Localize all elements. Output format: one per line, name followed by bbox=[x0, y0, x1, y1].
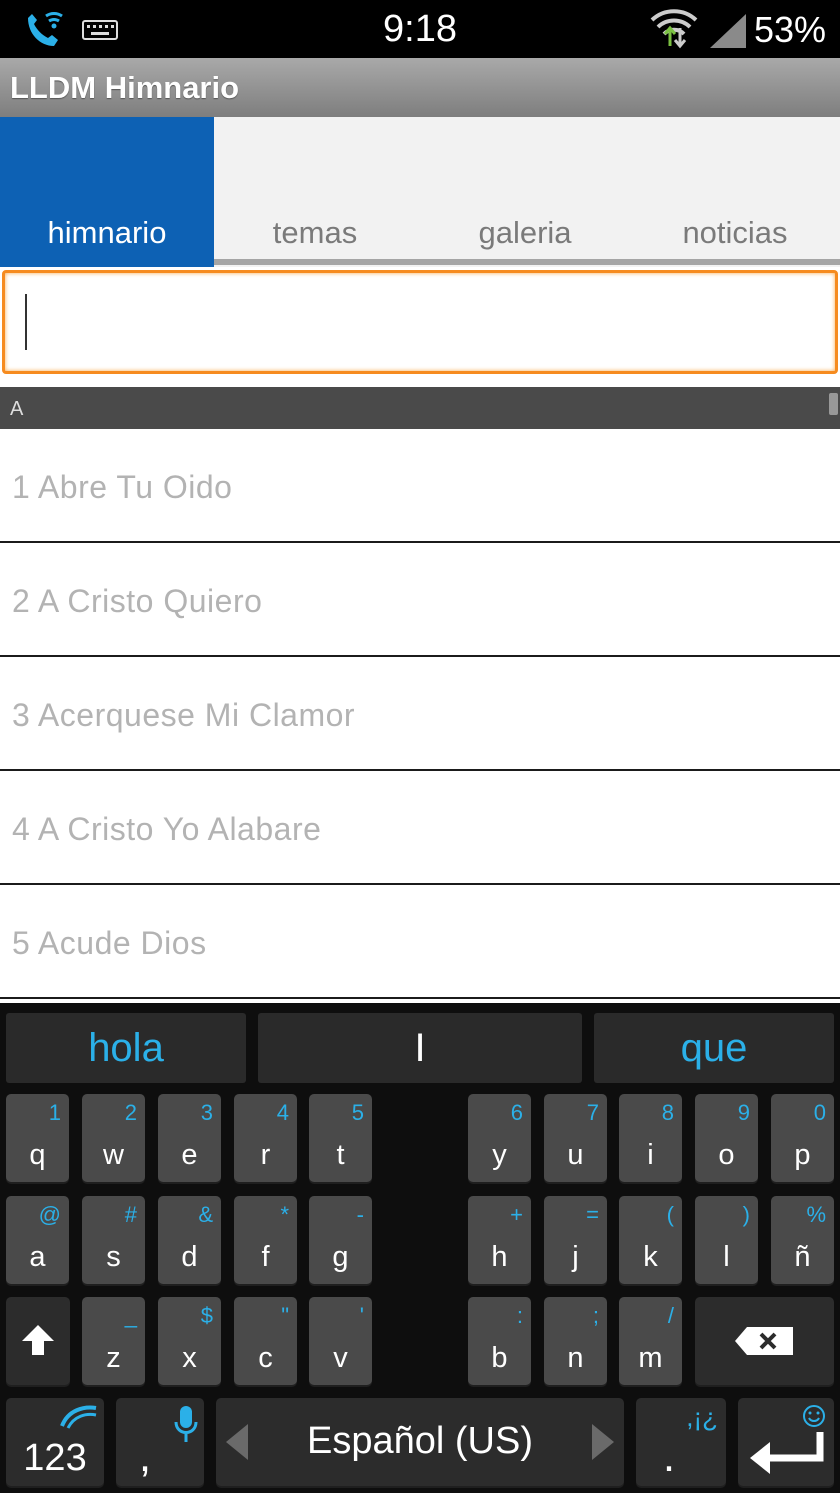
key-s[interactable]: # s bbox=[82, 1196, 145, 1284]
tab-temas[interactable]: temas bbox=[210, 117, 420, 267]
list-item[interactable]: 1 Abre Tu Oido bbox=[0, 429, 840, 543]
key-j[interactable]: = j bbox=[544, 1196, 607, 1284]
key-g[interactable]: -g bbox=[309, 1196, 372, 1284]
hymn-list: 1 Abre Tu Oido 2 A Cristo Quiero 3 Acerq… bbox=[0, 429, 840, 1003]
spacebar-language-key[interactable]: Español (US) bbox=[216, 1398, 624, 1486]
search-area bbox=[0, 267, 840, 387]
shift-arrow-icon bbox=[22, 1325, 54, 1355]
backspace-key[interactable] bbox=[695, 1297, 834, 1385]
list-item[interactable]: 5 Acude Dios bbox=[0, 885, 840, 999]
battery-percent: 53% bbox=[753, 9, 826, 50]
suggestion-left[interactable]: hola bbox=[6, 1013, 246, 1083]
period-key[interactable]: ,¡¿ . bbox=[636, 1398, 726, 1486]
shift-key[interactable] bbox=[6, 1297, 70, 1385]
swiftkey-logo-icon bbox=[60, 1405, 97, 1429]
key-h[interactable]: + h bbox=[468, 1196, 531, 1284]
wifi-icon bbox=[650, 9, 698, 49]
key-o[interactable]: 9o bbox=[695, 1094, 758, 1182]
app-title: LLDM Himnario bbox=[10, 70, 240, 105]
key-k[interactable]: (k bbox=[619, 1196, 682, 1284]
key-w[interactable]: 2w bbox=[82, 1094, 145, 1182]
status-bar: 9:18 53% bbox=[0, 0, 840, 58]
list-item[interactable]: 4 A Cristo Yo Alabare bbox=[0, 771, 840, 885]
emoji-icon bbox=[803, 1405, 825, 1427]
tab-underline bbox=[214, 259, 840, 265]
key-r[interactable]: 4r bbox=[234, 1094, 297, 1182]
key-y[interactable]: 6y bbox=[468, 1094, 531, 1182]
tab-noticias[interactable]: noticias bbox=[630, 117, 840, 267]
action-bar: LLDM Himnario bbox=[0, 58, 840, 117]
section-header: A bbox=[0, 387, 840, 429]
list-item[interactable]: 3 Acerquese Mi Clamor bbox=[0, 657, 840, 771]
signal-icon bbox=[710, 14, 746, 48]
key-x[interactable]: $ x bbox=[158, 1297, 221, 1385]
key-d[interactable]: & d bbox=[158, 1196, 221, 1284]
key-a[interactable]: @ a bbox=[6, 1196, 69, 1284]
search-input[interactable] bbox=[2, 270, 838, 374]
key-e[interactable]: 3e bbox=[158, 1094, 221, 1182]
section-letter: A bbox=[10, 398, 24, 420]
key-c[interactable]: " c bbox=[234, 1297, 297, 1385]
tab-galeria[interactable]: galeria bbox=[420, 117, 630, 267]
key-m[interactable]: / m bbox=[619, 1297, 682, 1385]
key-z[interactable]: _ z bbox=[82, 1297, 145, 1385]
key-u[interactable]: 7u bbox=[544, 1094, 607, 1182]
soft-keyboard: hola I que 1 q @ a 2 w # s 3 e & d 4 r * f 5 t - g 6 y + h 7 u = j 8… bbox=[0, 1003, 840, 1493]
suggestion-right[interactable]: que bbox=[594, 1013, 834, 1083]
tab-bar: himnario temas galeria noticias bbox=[0, 117, 840, 267]
enter-arrow-icon bbox=[750, 1432, 824, 1474]
comma-key[interactable]: , bbox=[116, 1398, 204, 1486]
key-v[interactable]: ' v bbox=[309, 1297, 372, 1385]
key-q[interactable]: 1q bbox=[6, 1094, 69, 1182]
text-cursor bbox=[25, 294, 27, 350]
key-n[interactable]: ; n bbox=[544, 1297, 607, 1385]
suggestion-center[interactable]: I bbox=[258, 1013, 582, 1083]
key-ñ[interactable]: % ñ bbox=[771, 1196, 834, 1284]
key-b[interactable]: :b bbox=[468, 1297, 531, 1385]
key-t[interactable]: 5t bbox=[309, 1094, 372, 1182]
list-item[interactable]: 2 A Cristo Quiero bbox=[0, 543, 840, 657]
key-l[interactable]: ) l bbox=[695, 1196, 758, 1284]
backspace-icon bbox=[735, 1327, 793, 1355]
enter-key[interactable] bbox=[738, 1398, 834, 1486]
key-i[interactable]: 8i bbox=[619, 1094, 682, 1182]
key-p[interactable]: 0p bbox=[771, 1094, 834, 1182]
scrollbar-thumb[interactable] bbox=[829, 393, 838, 415]
key-f[interactable]: * f bbox=[234, 1196, 297, 1284]
tab-himnario[interactable]: himnario bbox=[0, 117, 214, 267]
